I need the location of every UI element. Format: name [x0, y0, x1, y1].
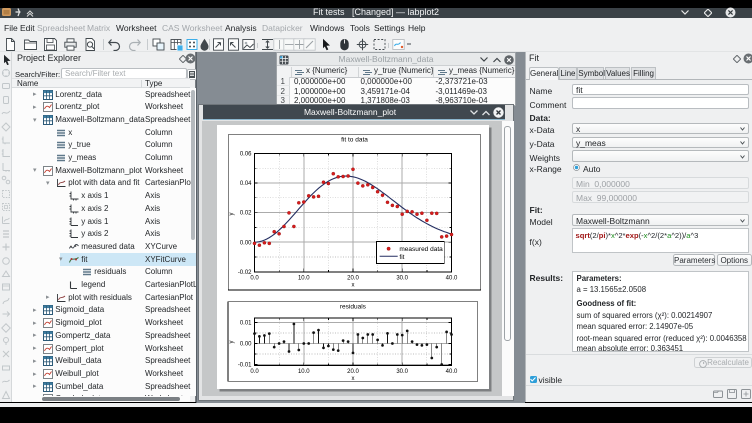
svg-text:-0.01: -0.01 [238, 363, 252, 369]
svg-text:20.0: 20.0 [347, 369, 359, 375]
svg-text:y: y [229, 213, 235, 216]
svg-text:fit: fit [399, 254, 404, 261]
svg-text:30.0: 30.0 [396, 275, 408, 281]
svg-text:30.0: 30.0 [396, 369, 408, 375]
svg-text:0.06: 0.06 [240, 151, 252, 157]
svg-text:measured data: measured data [399, 246, 443, 253]
svg-text:40.0: 40.0 [446, 275, 458, 281]
svg-text:x: x [352, 283, 355, 289]
svg-text:residuals: residuals [340, 304, 367, 311]
svg-text:0.0: 0.0 [250, 275, 259, 281]
svg-text:y: y [229, 341, 235, 344]
svg-text:20.0: 20.0 [347, 275, 359, 281]
svg-text:x: x [352, 376, 355, 382]
svg-text:0.02: 0.02 [240, 211, 252, 217]
svg-text:0.04: 0.04 [240, 181, 252, 187]
svg-text:0.0: 0.0 [250, 369, 259, 375]
svg-text:10.0: 10.0 [298, 369, 310, 375]
svg-text:0.00: 0.00 [240, 240, 252, 246]
svg-text:40.0: 40.0 [446, 369, 458, 375]
svg-text:0.01: 0.01 [240, 321, 252, 327]
svg-text:0.00: 0.00 [240, 342, 252, 348]
svg-text:10.0: 10.0 [298, 275, 310, 281]
svg-text:fit to data: fit to data [341, 137, 368, 144]
